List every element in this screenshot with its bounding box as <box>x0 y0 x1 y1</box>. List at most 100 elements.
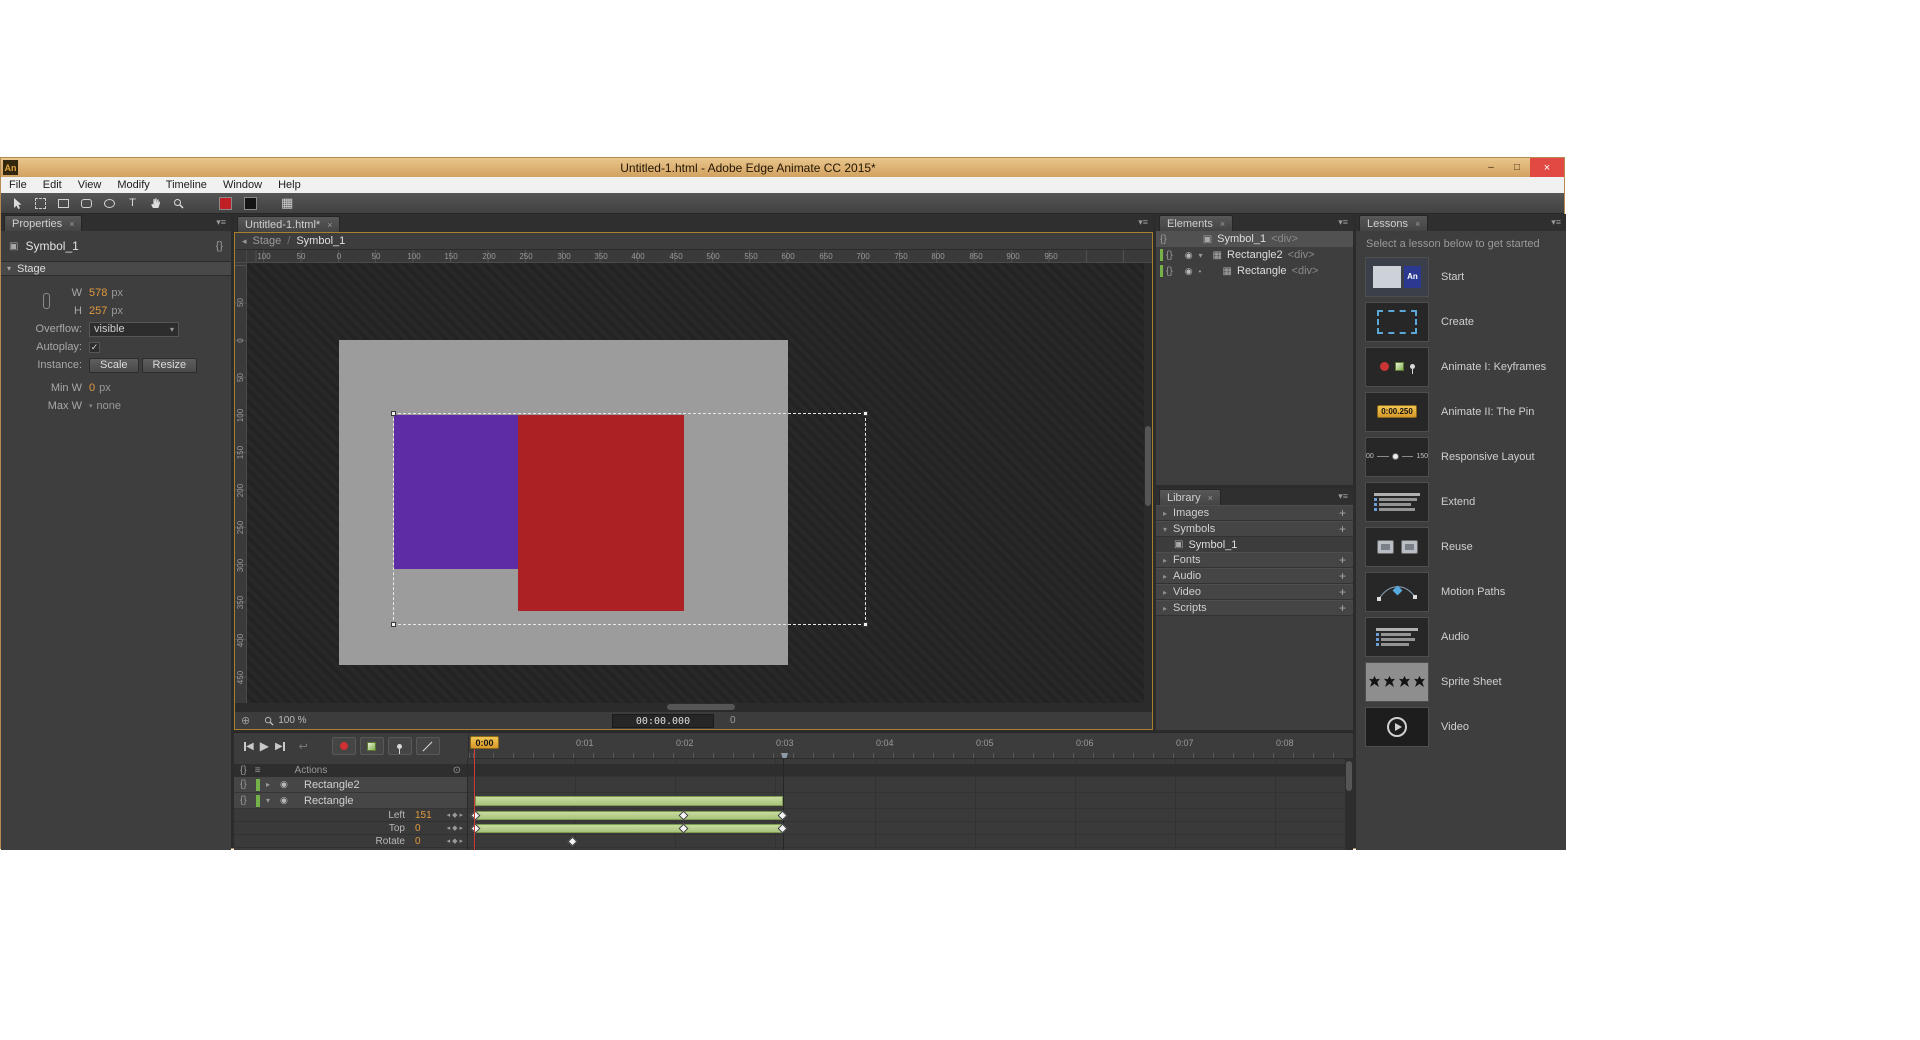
selection-handle[interactable] <box>863 622 868 627</box>
tab-library[interactable]: Library × <box>1159 489 1221 505</box>
library-section-video[interactable]: ▸ Video + <box>1156 584 1353 600</box>
element-row-rectangle[interactable]: {} ◉ • ▦ Rectangle <div> <box>1156 263 1353 279</box>
zoom-value[interactable]: 100 % <box>278 715 306 726</box>
tab-properties[interactable]: Properties × <box>4 215 82 231</box>
library-section-images[interactable]: ▸ Images + <box>1156 505 1353 521</box>
canvas-horizontal-scrollbar[interactable] <box>235 703 1152 711</box>
prev-keyframe-icon[interactable]: ◂ <box>447 837 451 845</box>
panel-menu-icon[interactable]: ▾≡ <box>1551 217 1561 228</box>
menu-item-window[interactable]: Window <box>215 179 270 191</box>
menu-item-view[interactable]: View <box>70 179 110 191</box>
autoplay-checkbox[interactable]: ✓ <box>89 342 100 353</box>
next-keyframe-icon[interactable]: ▸ <box>459 824 463 832</box>
toggle-pin-button[interactable] <box>388 737 412 755</box>
add-icon[interactable]: + <box>1339 569 1346 583</box>
section-expander-icon[interactable]: ▾ <box>7 264 11 273</box>
rounded-rectangle-tool-icon[interactable] <box>76 195 97 212</box>
library-section-scripts[interactable]: ▸ Scripts + <box>1156 600 1353 616</box>
panel-menu-icon[interactable]: ▾≡ <box>1338 491 1348 502</box>
add-icon[interactable]: + <box>1339 522 1346 536</box>
lesson-item-audio[interactable]: Audio <box>1356 614 1566 659</box>
height-value[interactable]: 257 <box>89 305 107 317</box>
tab-close-icon[interactable]: × <box>327 220 332 230</box>
lesson-item-reuse[interactable]: Reuse <box>1356 524 1566 569</box>
library-section-audio[interactable]: ▸ Audio + <box>1156 568 1353 584</box>
tab-elements[interactable]: Elements × <box>1159 215 1233 231</box>
transition-bar[interactable] <box>475 796 783 806</box>
pin-marker[interactable] <box>781 753 788 758</box>
menu-item-file[interactable]: File <box>1 179 35 191</box>
scale-button[interactable]: Scale <box>89 358 139 373</box>
transform-tool-icon[interactable] <box>30 195 51 212</box>
maxw-caret-icon[interactable]: ▾ <box>89 402 93 410</box>
add-keyframe-icon[interactable]: ◆ <box>452 824 457 832</box>
playhead-timecode[interactable]: 00:00.000 <box>612 714 714 728</box>
scrollbar-thumb[interactable] <box>667 704 735 710</box>
canvas-vertical-scrollbar[interactable] <box>1144 263 1152 703</box>
layout-grid-icon[interactable]: ▦ <box>281 195 293 211</box>
expander-icon[interactable]: ▾ <box>1163 525 1167 534</box>
timeline-ruler[interactable]: 0:00 0:00 0:01 0:02 0:03 0:04 0:05 0:06 … <box>468 733 1353 759</box>
go-to-start-button[interactable]: ◀ <box>244 741 254 752</box>
panel-menu-icon[interactable]: ▾≡ <box>216 217 226 228</box>
library-section-fonts[interactable]: ▸ Fonts + <box>1156 552 1353 568</box>
visibility-eye-icon[interactable]: ◉ <box>280 795 296 806</box>
next-keyframe-icon[interactable]: ▸ <box>459 837 463 845</box>
menu-item-help[interactable]: Help <box>270 179 309 191</box>
keyframe-diamond[interactable] <box>568 837 578 847</box>
ellipse-tool-icon[interactable] <box>99 195 120 212</box>
property-row-left[interactable]: Left 151 ◂◆▸ <box>234 809 467 822</box>
zoom-control[interactable]: 100 % <box>264 715 306 726</box>
prev-keyframe-icon[interactable]: ◂ <box>447 811 451 819</box>
easing-button[interactable] <box>416 737 440 755</box>
scrollbar-thumb[interactable] <box>1145 426 1151 506</box>
timeline-vertical-scrollbar[interactable] <box>1345 759 1353 850</box>
minimize-button[interactable]: – <box>1478 158 1504 177</box>
zoom-tool-icon[interactable] <box>168 195 189 212</box>
layer-row-rectangle2[interactable]: {} ▸ ◉ Rectangle2 <box>234 777 467 793</box>
add-keyframe-icon[interactable]: ◆ <box>452 811 457 819</box>
property-value[interactable]: 0 <box>415 823 421 834</box>
play-button[interactable]: ▶ <box>260 739 269 753</box>
text-tool-icon[interactable]: T <box>122 195 143 212</box>
tab-close-icon[interactable]: × <box>1415 219 1420 229</box>
transition-bar[interactable] <box>475 811 783 820</box>
add-keyframe-icon[interactable]: ◆ <box>452 837 457 845</box>
expander-icon[interactable]: ▸ <box>1163 588 1167 597</box>
rectangle-tool-icon[interactable] <box>53 195 74 212</box>
visibility-eye-icon[interactable]: ◉ <box>1185 250 1193 261</box>
open-actions-icon[interactable]: {} <box>1160 234 1167 245</box>
playhead-line[interactable] <box>474 738 475 850</box>
overflow-dropdown[interactable]: visible ▾ <box>89 322 179 337</box>
next-keyframe-icon[interactable]: ▸ <box>459 811 463 819</box>
stroke-color-swatch[interactable] <box>244 197 257 210</box>
expander-icon[interactable]: ▸ <box>1163 509 1167 518</box>
lesson-item-start[interactable]: An Start <box>1356 254 1566 299</box>
visibility-eye-icon[interactable]: ◉ <box>280 779 296 790</box>
menu-item-timeline[interactable]: Timeline <box>158 179 215 191</box>
prev-keyframe-icon[interactable]: ◂ <box>447 824 451 832</box>
panel-menu-icon[interactable]: ▾≡ <box>1338 217 1348 228</box>
back-icon[interactable]: ◂ <box>242 236 247 247</box>
element-row-rectangle2[interactable]: {} ◉ ▾ ▦ Rectangle2 <div> <box>1156 247 1353 263</box>
resize-button[interactable]: Resize <box>142 358 198 373</box>
menu-item-modify[interactable]: Modify <box>109 179 157 191</box>
auto-keyframe-button[interactable] <box>332 737 356 755</box>
center-stage-icon[interactable]: ⊕ <box>241 714 250 727</box>
add-icon[interactable]: + <box>1339 506 1346 520</box>
property-row-rotate[interactable]: Rotate 0 ◂◆▸ <box>234 835 467 848</box>
selection-handle[interactable] <box>391 411 396 416</box>
add-icon[interactable]: + <box>1339 553 1346 567</box>
open-actions-icon[interactable]: {} <box>240 779 256 790</box>
expander-icon[interactable]: ▸ <box>1163 604 1167 613</box>
lesson-item-video[interactable]: Video <box>1356 704 1566 749</box>
timeline-tracks[interactable] <box>468 759 1345 850</box>
tab-lessons[interactable]: Lessons × <box>1359 215 1428 231</box>
titlebar[interactable]: An Untitled-1.html - Adobe Edge Animate … <box>1 158 1564 177</box>
panel-menu-icon[interactable]: ▾≡ <box>1138 217 1148 228</box>
tab-close-icon[interactable]: × <box>1208 493 1213 503</box>
add-icon[interactable]: + <box>1339 585 1346 599</box>
expander-icon[interactable]: ▸ <box>1163 572 1167 581</box>
hand-tool-icon[interactable] <box>145 195 166 212</box>
selection-handle[interactable] <box>391 622 396 627</box>
